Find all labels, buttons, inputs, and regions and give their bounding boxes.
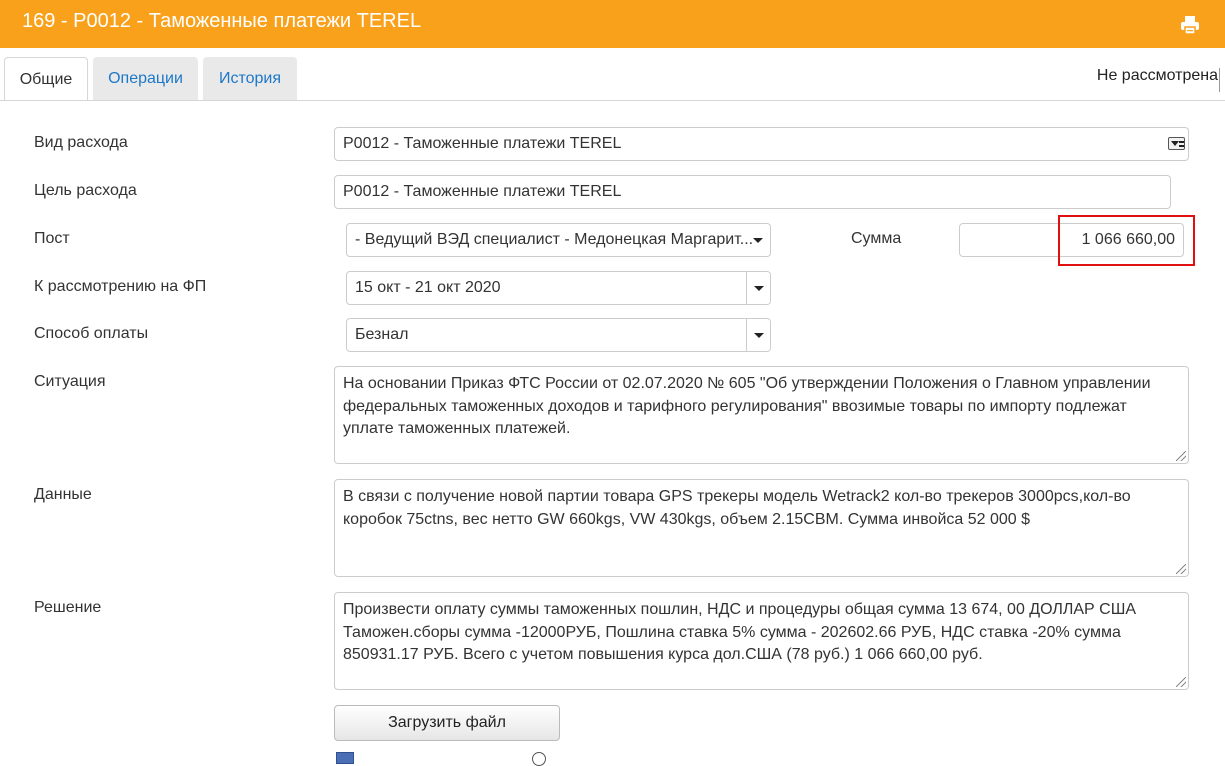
file-icon (336, 752, 354, 764)
review-fp-label: К рассмотрению на ФП (34, 278, 207, 295)
data-label: Данные (34, 486, 92, 503)
review-period-select[interactable]: 15 окт - 21 окт 2020 (346, 271, 771, 305)
scrollbar-edge (1219, 68, 1220, 92)
remove-attachment-icon[interactable] (532, 752, 546, 766)
chevron-down-icon[interactable] (746, 319, 770, 351)
amount-label: Сумма (851, 230, 902, 247)
resize-grip-icon[interactable] (1176, 564, 1186, 574)
data-text: В связи с получение новой партии товара … (343, 488, 1131, 528)
review-period-value: 15 окт - 21 окт 2020 (355, 279, 501, 296)
decision-text: Произвести оплату суммы таможенных пошли… (343, 601, 1137, 663)
print-icon[interactable] (1181, 15, 1199, 35)
upload-file-button[interactable]: Загрузить файл (334, 705, 560, 741)
expense-type-combobox[interactable]: Р0012 - Таможенные платежи TEREL (334, 127, 1189, 161)
tab-operations[interactable]: Операции (93, 57, 198, 101)
post-value: - Ведущий ВЭД специалист - Медонецкая Ма… (355, 231, 754, 248)
expense-type-label: Вид расхода (34, 134, 128, 151)
tab-bar: Общие Операции История Не рассмотрена (0, 48, 1225, 101)
decision-label: Решение (34, 599, 102, 616)
tab-general[interactable]: Общие (4, 57, 88, 101)
payment-method-label: Способ оплаты (34, 325, 149, 342)
expense-goal-label: Цель расхода (34, 182, 137, 199)
situation-label: Ситуация (34, 373, 106, 390)
tab-history[interactable]: История (203, 57, 297, 101)
post-label: Пост (34, 230, 70, 247)
post-select[interactable]: - Ведущий ВЭД специалист - Медонецкая Ма… (346, 223, 771, 257)
decision-textarea[interactable]: Произвести оплату суммы таможенных пошли… (334, 592, 1189, 690)
situation-text: На основании Приказ ФТС России от 02.07.… (343, 375, 1151, 437)
amount-input[interactable]: 1 066 660,00 (959, 223, 1184, 257)
chevron-down-icon[interactable] (746, 272, 770, 304)
resize-grip-icon[interactable] (1176, 451, 1186, 461)
expense-goal-input[interactable]: Р0012 - Таможенные платежи TEREL (334, 175, 1171, 209)
resize-grip-icon[interactable] (1176, 677, 1186, 687)
situation-textarea[interactable]: На основании Приказ ФТС России от 02.07.… (334, 366, 1189, 464)
window-header: 169 - Р0012 - Таможенные платежи TEREL (0, 0, 1225, 48)
combo-dropdown-icon[interactable] (1168, 137, 1185, 150)
payment-method-value: Безнал (355, 326, 409, 343)
data-textarea[interactable]: В связи с получение новой партии товара … (334, 479, 1189, 577)
refresh-icon[interactable] (1212, 0, 1225, 16)
payment-method-select[interactable]: Безнал (346, 318, 771, 352)
status-label: Не рассмотрена (1096, 67, 1218, 84)
window-title: 169 - Р0012 - Таможенные платежи TEREL (22, 10, 422, 32)
expense-type-value: Р0012 - Таможенные платежи TEREL (343, 135, 622, 152)
chevron-down-icon[interactable] (746, 224, 770, 256)
